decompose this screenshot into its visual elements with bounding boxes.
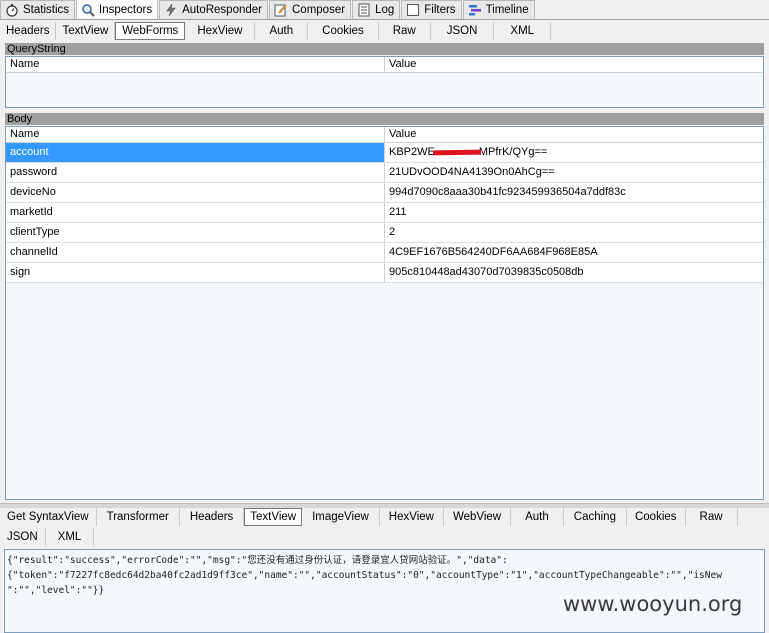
req-tab-auth[interactable]: Auth xyxy=(255,22,309,40)
tab-log[interactable]: Log xyxy=(352,0,401,19)
tab-composer[interactable]: Composer xyxy=(269,0,352,19)
timeline-icon xyxy=(468,3,482,17)
table-row[interactable]: password 21UDvOOD4NA4139On0AhCg== xyxy=(6,163,763,183)
column-header-name[interactable]: Name xyxy=(6,127,385,142)
response-inspector-tabs-row1: Get SyntaxView Transformer Headers TextV… xyxy=(0,507,769,527)
response-text-area[interactable]: {"result":"success","errorCode":"","msg"… xyxy=(4,549,765,633)
column-header-value[interactable]: Value xyxy=(385,57,763,72)
req-tab-headers[interactable]: Headers xyxy=(0,22,57,40)
tab-timeline[interactable]: Timeline xyxy=(462,0,535,19)
row-value: 994d7090c8aaa30b41fc923459936504a7ddf83c xyxy=(389,186,626,198)
row-value: 211 xyxy=(389,206,407,218)
row-name: marketId xyxy=(6,203,385,222)
tab-autoresponder[interactable]: AutoResponder xyxy=(159,0,268,19)
resp-tab-raw[interactable]: Raw xyxy=(686,508,738,526)
checkbox-icon xyxy=(406,3,420,17)
fiddler-window: Statistics Inspectors AutoResponder Comp… xyxy=(0,0,769,633)
table-row[interactable]: sign 905c810448ad43070d7039835c0508db xyxy=(6,263,763,283)
tab-statistics[interactable]: Statistics xyxy=(0,0,76,19)
resp-tab-textview[interactable]: TextView xyxy=(244,508,303,526)
req-tab-raw[interactable]: Raw xyxy=(379,22,431,40)
watermark-text: www.wooyun.org xyxy=(563,592,743,616)
req-tab-cookies[interactable]: Cookies xyxy=(308,22,379,40)
resp-tab-webview[interactable]: WebView xyxy=(444,508,512,526)
querystring-header: QueryString xyxy=(5,43,764,55)
table-row[interactable]: marketId 211 xyxy=(6,203,763,223)
request-inspector-tabs: Headers TextView WebForms HexView Auth C… xyxy=(0,21,769,41)
table-row[interactable]: account KBP2WE MPfrK/QYg== xyxy=(6,143,763,163)
tab-label: Timeline xyxy=(485,4,529,16)
tab-label: Composer xyxy=(292,4,346,16)
response-line: {"result":"success","errorCode":"","msg"… xyxy=(7,555,508,566)
resp-tab-cookies[interactable]: Cookies xyxy=(627,508,686,526)
value-end: MPfrK/QYg== xyxy=(478,146,548,158)
stopwatch-icon xyxy=(5,3,19,17)
req-tab-hexview[interactable]: HexView xyxy=(185,22,256,40)
resp-tab-caching[interactable]: Caching xyxy=(564,508,627,526)
body-header: Body xyxy=(5,113,764,125)
lightning-icon xyxy=(164,3,178,17)
value-start: KBP2WE xyxy=(389,146,435,158)
column-header-value[interactable]: Value xyxy=(385,127,763,142)
response-line: {"token":"f7227fc8edc64d2ba40fc2ad1d9ff3… xyxy=(7,570,722,581)
req-tab-xml[interactable]: XML xyxy=(494,22,552,40)
table-row[interactable]: deviceNo 994d7090c8aaa30b41fc92345993650… xyxy=(6,183,763,203)
req-tab-json[interactable]: JSON xyxy=(431,22,495,40)
row-name: password xyxy=(6,163,385,182)
req-tab-textview[interactable]: TextView xyxy=(56,22,116,40)
row-value: KBP2WE MPfrK/QYg== xyxy=(385,143,763,162)
row-name: sign xyxy=(6,263,385,282)
row-value: 2 xyxy=(389,226,396,238)
resp-tab-headers[interactable]: Headers xyxy=(180,508,245,526)
req-tab-webforms[interactable]: WebForms xyxy=(115,22,186,40)
row-name: deviceNo xyxy=(6,183,385,202)
document-icon xyxy=(357,3,371,17)
resp-tab-transformer[interactable]: Transformer xyxy=(97,508,180,526)
row-value: 21UDvOOD4NA4139On0AhCg== xyxy=(389,166,555,178)
querystring-grid-header: Name Value xyxy=(6,57,763,73)
tab-inspectors[interactable]: Inspectors xyxy=(76,0,159,19)
resp-tab-hexview[interactable]: HexView xyxy=(380,508,444,526)
body-grid-header: Name Value xyxy=(6,127,763,143)
row-name: channelId xyxy=(6,243,385,262)
column-header-name[interactable]: Name xyxy=(6,57,385,72)
row-name: clientType xyxy=(6,223,385,242)
body-grid[interactable]: Name Value account KBP2WE MPfrK/QYg== pas… xyxy=(5,126,764,500)
tab-label: AutoResponder xyxy=(182,4,262,16)
tab-filters[interactable]: Filters xyxy=(401,0,462,19)
row-value: 4C9EF1676B564240DF6AA684F968E85A xyxy=(389,246,598,258)
main-tab-strip: Statistics Inspectors AutoResponder Comp… xyxy=(0,0,769,20)
tab-label: Log xyxy=(375,4,395,16)
row-name: account xyxy=(6,143,385,162)
resp-tab-xml[interactable]: XML xyxy=(46,528,95,546)
tab-label: Inspectors xyxy=(99,3,153,16)
querystring-grid[interactable]: Name Value xyxy=(5,56,764,108)
table-row[interactable]: clientType 2 xyxy=(6,223,763,243)
tab-label: Filters xyxy=(424,4,456,16)
row-value: 905c810448ad43070d7039835c0508db xyxy=(389,266,584,278)
redaction-mark xyxy=(432,149,481,156)
resp-tab-auth[interactable]: Auth xyxy=(511,508,564,526)
resp-tab-imageview[interactable]: ImageView xyxy=(302,508,380,526)
tab-label: Statistics xyxy=(23,4,70,16)
response-inspector-tabs-row2: JSON XML xyxy=(0,527,769,547)
resp-tab-get-syntaxview[interactable]: Get SyntaxView xyxy=(0,508,97,526)
table-row[interactable]: channelId 4C9EF1676B564240DF6AA684F968E8… xyxy=(6,243,763,263)
resp-tab-json[interactable]: JSON xyxy=(0,528,46,546)
pencil-icon xyxy=(274,3,288,17)
magnifier-icon xyxy=(81,3,95,17)
